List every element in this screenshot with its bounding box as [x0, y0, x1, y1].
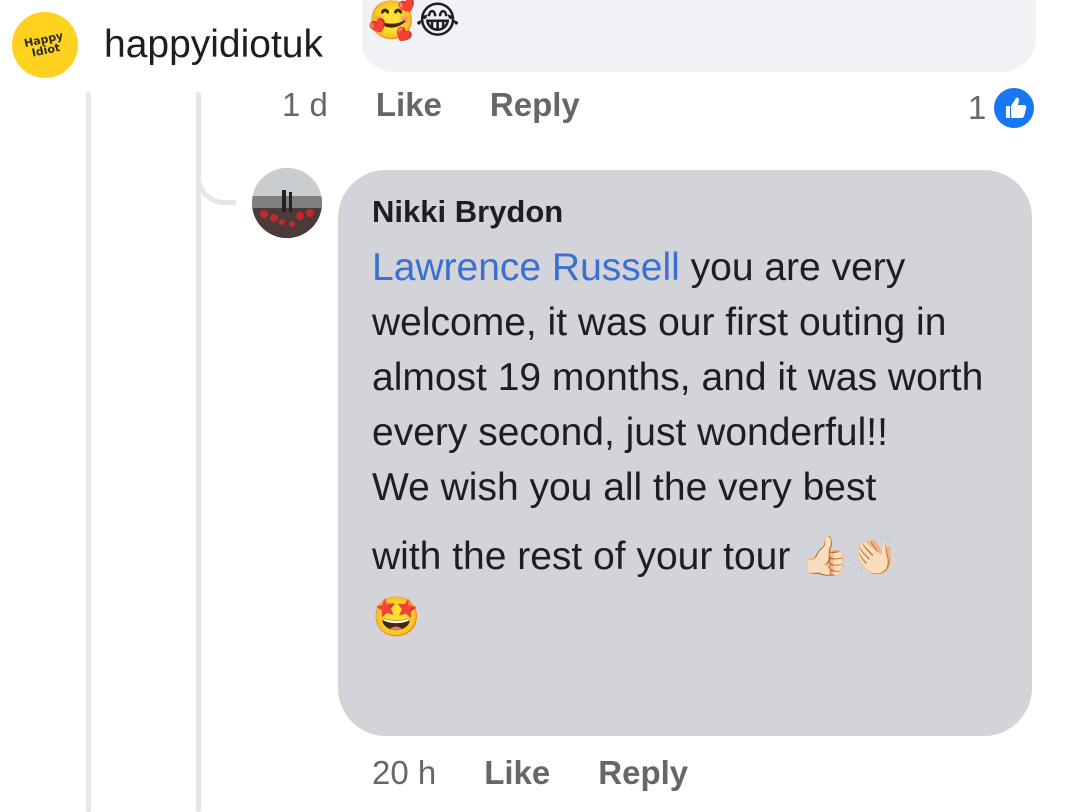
previous-comment-bubble	[360, 0, 1036, 72]
previous-comment-actions: 1 d Like Reply	[282, 86, 580, 124]
account-watermark: Happy Idiot happyidiotuk	[0, 0, 362, 90]
reply-comment-actions: 20 h Like Reply	[372, 754, 688, 792]
comment-author-name[interactable]: Nikki Brydon	[372, 192, 563, 232]
reply-reply-button[interactable]: Reply	[598, 754, 688, 792]
star-struck-emoji: 🤩	[372, 595, 421, 640]
previous-comment-timestamp[interactable]: 1 d	[282, 86, 328, 124]
happy-idiot-logo: Happy Idiot	[12, 12, 78, 78]
reply-connector	[196, 150, 236, 205]
comment-text-part-3: with the rest of your tour	[372, 535, 802, 578]
like-button[interactable]: Like	[376, 86, 442, 124]
reaction-summary[interactable]: 1	[968, 86, 1037, 130]
like-icon	[992, 86, 1037, 130]
reply-button[interactable]: Reply	[490, 86, 580, 124]
reply-like-button[interactable]: Like	[484, 754, 550, 792]
thread-line	[86, 92, 91, 812]
watermark-username: happyidiotuk	[104, 23, 323, 66]
reply-thread-line	[196, 92, 201, 812]
thumbs-up-clap-emoji: 👍🏻👏🏻	[801, 534, 899, 579]
avatar[interactable]	[252, 168, 322, 238]
comment-text-part-2: We wish you all the very best	[372, 466, 877, 509]
reply-comment-timestamp[interactable]: 20 h	[372, 754, 436, 792]
reply-comment-bubble: Nikki Brydon Lawrence Russell you are ve…	[338, 170, 1032, 736]
mentioned-user-link[interactable]: Lawrence Russell	[372, 246, 680, 289]
comment-body: Lawrence Russell you are very welcome, i…	[372, 240, 1022, 645]
previous-comment-emoji: 🥰😂	[368, 0, 460, 42]
reaction-count: 1	[968, 89, 987, 126]
